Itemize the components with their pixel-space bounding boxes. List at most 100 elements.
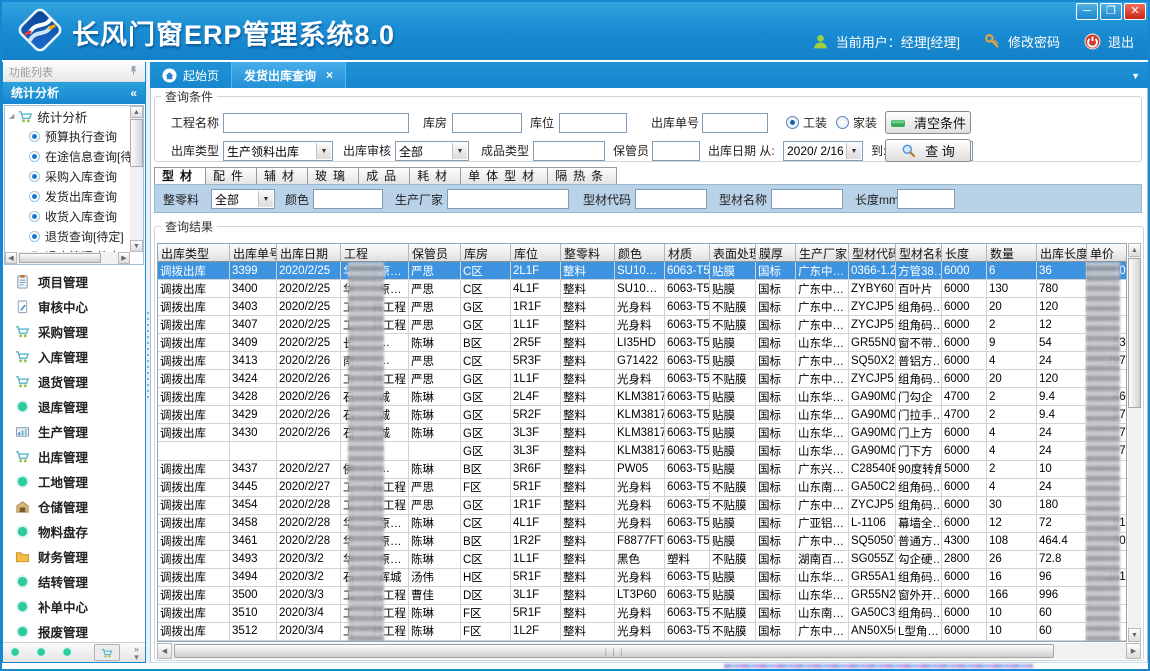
- change-password-link[interactable]: 修改密码: [1008, 32, 1060, 51]
- collapse-icon[interactable]: «: [130, 82, 137, 104]
- search-button[interactable]: 查 询: [885, 139, 971, 162]
- project-name-input[interactable]: [223, 113, 409, 133]
- table-vertical-scrollbar[interactable]: ▲ ▼: [1128, 243, 1141, 642]
- dot-icon[interactable]: [35, 646, 47, 659]
- table-row[interactable]: 调拨出库34452020/2/27工共工程严思F区5R1F整料光身料6063-T…: [158, 479, 1126, 497]
- sidebar-module[interactable]: 财务管理: [3, 544, 145, 569]
- code-input[interactable]: [635, 189, 707, 209]
- column-header[interactable]: 材质: [665, 244, 710, 262]
- material-tab[interactable]: 隔热条: [547, 167, 617, 185]
- scroll-left-icon[interactable]: ◀: [5, 252, 17, 264]
- scroll-right-icon[interactable]: ▶: [118, 252, 130, 264]
- toolbar-overflow-button[interactable]: »▾: [134, 645, 139, 661]
- table-row[interactable]: 调拨出库34092020/2/25长…陈琳B区2R5F整料LI35HD6063-…: [158, 334, 1126, 352]
- table-row[interactable]: G区3L3F整料KLM38176063-T5贴膜国标山东华…GA90M09.门下…: [158, 442, 1126, 460]
- dot-icon[interactable]: [9, 646, 21, 659]
- column-header[interactable]: 出库单号: [230, 244, 277, 262]
- table-row[interactable]: 调拨出库33992020/2/25华原…严思C区2L1F整料SU10…6063-…: [158, 262, 1126, 280]
- table-row[interactable]: 调拨出库34032020/2/25工共工程严思G区1R1F整料光身料6063-T…: [158, 298, 1126, 316]
- maximize-button[interactable]: ❐: [1100, 3, 1122, 20]
- table-row[interactable]: 调拨出库34292020/2/26石城陈琳G区5R2F整料KLM38176063…: [158, 406, 1126, 424]
- date-from-select[interactable]: 2020/ 2/16▼: [783, 141, 863, 161]
- length-input[interactable]: [897, 189, 955, 209]
- table-row[interactable]: 调拨出库34132020/2/26南…严思C区5R3F整料G714226063-…: [158, 352, 1126, 370]
- table-row[interactable]: 调拨出库35122020/3/4工共工程陈琳F区1L2F整料光身料6063-T5…: [158, 623, 1126, 641]
- color-input[interactable]: [313, 189, 383, 209]
- tree-item[interactable]: 收货入库查询: [5, 206, 130, 226]
- column-header[interactable]: 数量: [987, 244, 1037, 262]
- column-header[interactable]: 膜厚: [756, 244, 796, 262]
- scroll-thumb[interactable]: ❘❘❘: [174, 644, 1054, 658]
- tab-overflow-arrow[interactable]: ▼: [1131, 71, 1140, 81]
- tree-item[interactable]: 在途信息查询[待: [5, 146, 130, 166]
- column-header[interactable]: 颜色: [615, 244, 665, 262]
- scroll-thumb[interactable]: [130, 119, 143, 167]
- table-row[interactable]: 调拨出库34282020/2/26石城陈琳G区2L4F整料KLM38176063…: [158, 388, 1126, 406]
- material-tab[interactable]: 辅材: [256, 167, 308, 185]
- name-input[interactable]: [771, 189, 843, 209]
- tab-close-icon[interactable]: ×: [326, 68, 333, 82]
- sidebar-module[interactable]: 项目管理: [3, 269, 145, 294]
- scroll-right-icon[interactable]: ▶: [1126, 643, 1141, 659]
- column-header[interactable]: 库位: [511, 244, 561, 262]
- keeper-input[interactable]: [652, 141, 700, 161]
- tree-expander-icon[interactable]: ◢: [9, 112, 14, 120]
- location-input[interactable]: [559, 113, 627, 133]
- table-row[interactable]: 调拨出库35002020/3/3工共工程曹佳D区3L1F整料LT3P606063…: [158, 587, 1126, 605]
- tab-home[interactable]: 起始页: [150, 62, 231, 88]
- material-tab[interactable]: 玻璃: [307, 167, 359, 185]
- sidebar-module[interactable]: 补单中心: [3, 594, 145, 619]
- radio-gongzhuang[interactable]: [786, 116, 799, 129]
- column-header[interactable]: 保管员: [409, 244, 461, 262]
- sidebar-splitter[interactable]: [146, 62, 150, 663]
- sidebar-module[interactable]: 生产管理: [3, 419, 145, 444]
- part-select[interactable]: 全部▼: [211, 189, 275, 209]
- column-header[interactable]: 单价: [1087, 244, 1127, 262]
- scroll-thumb[interactable]: [19, 253, 101, 263]
- warehouse-input[interactable]: [452, 113, 522, 133]
- dot-icon[interactable]: [61, 646, 73, 659]
- cart-toolbar-button[interactable]: [94, 644, 120, 661]
- material-tab[interactable]: 成品: [358, 167, 410, 185]
- table-row[interactable]: 调拨出库35102020/3/4工共工程陈琳F区5R1F整料光身料6063-T5…: [158, 605, 1126, 623]
- tree-item[interactable]: 退货查询[待定]: [5, 226, 130, 246]
- column-header[interactable]: 表面处理: [710, 244, 756, 262]
- scroll-down-icon[interactable]: ▼: [130, 240, 143, 252]
- table-row[interactable]: 调拨出库34002020/2/25华原…严思C区4L1F整料SU10…6063-…: [158, 280, 1126, 298]
- sidebar-module[interactable]: 入库管理: [3, 344, 145, 369]
- table-row[interactable]: 调拨出库34542020/2/28工共工程严思G区1R1F整料光身料6063-T…: [158, 497, 1126, 515]
- product-type-input[interactable]: [533, 141, 605, 161]
- column-header[interactable]: 工程: [341, 244, 409, 262]
- table-row[interactable]: 调拨出库34582020/2/28华原…陈琳C区4L1F整料光身料6063-T5…: [158, 515, 1126, 533]
- scroll-left-icon[interactable]: ◀: [157, 643, 172, 659]
- sidebar-module[interactable]: 审核中心: [3, 294, 145, 319]
- tree-item[interactable]: 预算执行查询: [5, 126, 130, 146]
- column-header[interactable]: 库房: [461, 244, 511, 262]
- material-tab[interactable]: 配件: [205, 167, 257, 185]
- column-header[interactable]: 出库长度: [1037, 244, 1087, 262]
- material-tab[interactable]: 单体型材: [460, 167, 548, 185]
- outbound-type-select[interactable]: 生产领料出库▼: [223, 141, 333, 161]
- clear-conditions-button[interactable]: 清空条件: [885, 111, 971, 134]
- minimize-button[interactable]: ─: [1076, 3, 1098, 20]
- table-row[interactable]: 调拨出库34372020/2/27佛…陈琳B区3R6F整料PW056063-T5…: [158, 461, 1126, 479]
- column-header[interactable]: 长度: [942, 244, 987, 262]
- column-header[interactable]: 出库日期: [277, 244, 341, 262]
- table-row[interactable]: 调拨出库34302020/2/26石城陈琳G区3L3F整料KLM38176063…: [158, 424, 1126, 442]
- sidebar-module[interactable]: 结转管理: [3, 569, 145, 594]
- tree-item[interactable]: 采购入库查询: [5, 166, 130, 186]
- tree-item[interactable]: 发货出库查询: [5, 186, 130, 206]
- audit-select[interactable]: 全部▼: [395, 141, 469, 161]
- material-tab[interactable]: 型材: [154, 167, 206, 185]
- scroll-down-icon[interactable]: ▼: [1128, 628, 1141, 642]
- table-row[interactable]: 调拨出库34942020/3/2石辉城汤伟H区5R1F整料光身料6063-T5贴…: [158, 569, 1126, 587]
- column-header[interactable]: 生产厂家: [796, 244, 849, 262]
- sidebar-module[interactable]: 出库管理: [3, 444, 145, 469]
- column-header[interactable]: 型材代码: [849, 244, 896, 262]
- sidebar-module[interactable]: 工地管理: [3, 469, 145, 494]
- table-horizontal-scrollbar[interactable]: ◀ ❘❘❘ ▶: [157, 643, 1141, 659]
- radio-jiazhuang[interactable]: [836, 116, 849, 129]
- column-header[interactable]: 整零料: [561, 244, 615, 262]
- close-button[interactable]: ✕: [1124, 3, 1146, 20]
- column-header[interactable]: 出库类型: [158, 244, 230, 262]
